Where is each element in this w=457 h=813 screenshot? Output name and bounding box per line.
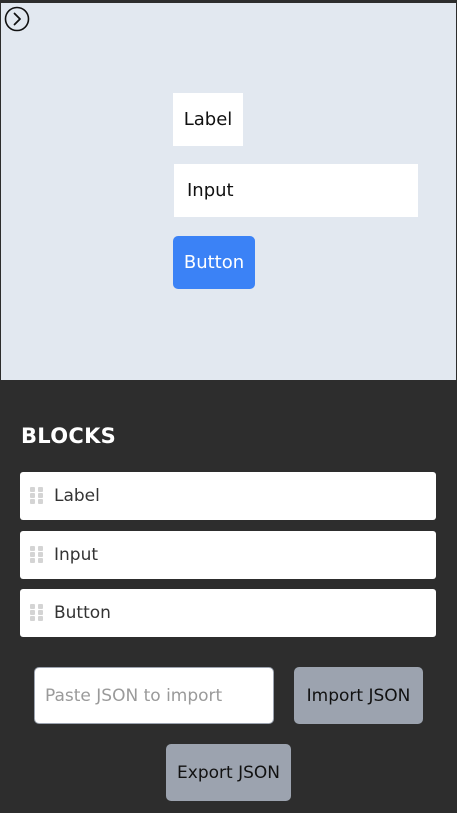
canvas-label-element[interactable]: Label	[173, 93, 243, 146]
canvas-area[interactable]: Label Input Button	[0, 3, 457, 380]
import-json-button[interactable]: Import JSON	[294, 667, 423, 724]
block-item-label[interactable]: Label	[20, 472, 436, 520]
chevron-right-icon	[4, 6, 30, 32]
drag-handle-icon[interactable]	[30, 487, 44, 505]
export-json-button[interactable]: Export JSON	[166, 744, 291, 801]
toggle-panel-button[interactable]	[4, 6, 30, 32]
block-item-text: Label	[54, 486, 100, 506]
panel-title: BLOCKS	[21, 424, 117, 448]
block-item-input[interactable]: Input	[20, 531, 436, 579]
json-import-input[interactable]	[34, 667, 274, 724]
block-item-button[interactable]: Button	[20, 589, 436, 637]
drag-handle-icon[interactable]	[30, 604, 44, 622]
blocks-panel: BLOCKS Label Input Button Import JSON Ex…	[0, 380, 457, 813]
block-item-text: Button	[54, 603, 111, 623]
drag-handle-icon[interactable]	[30, 546, 44, 564]
canvas-input-element[interactable]: Input	[174, 164, 418, 217]
block-item-text: Input	[54, 545, 99, 565]
canvas-button-element[interactable]: Button	[173, 236, 255, 289]
